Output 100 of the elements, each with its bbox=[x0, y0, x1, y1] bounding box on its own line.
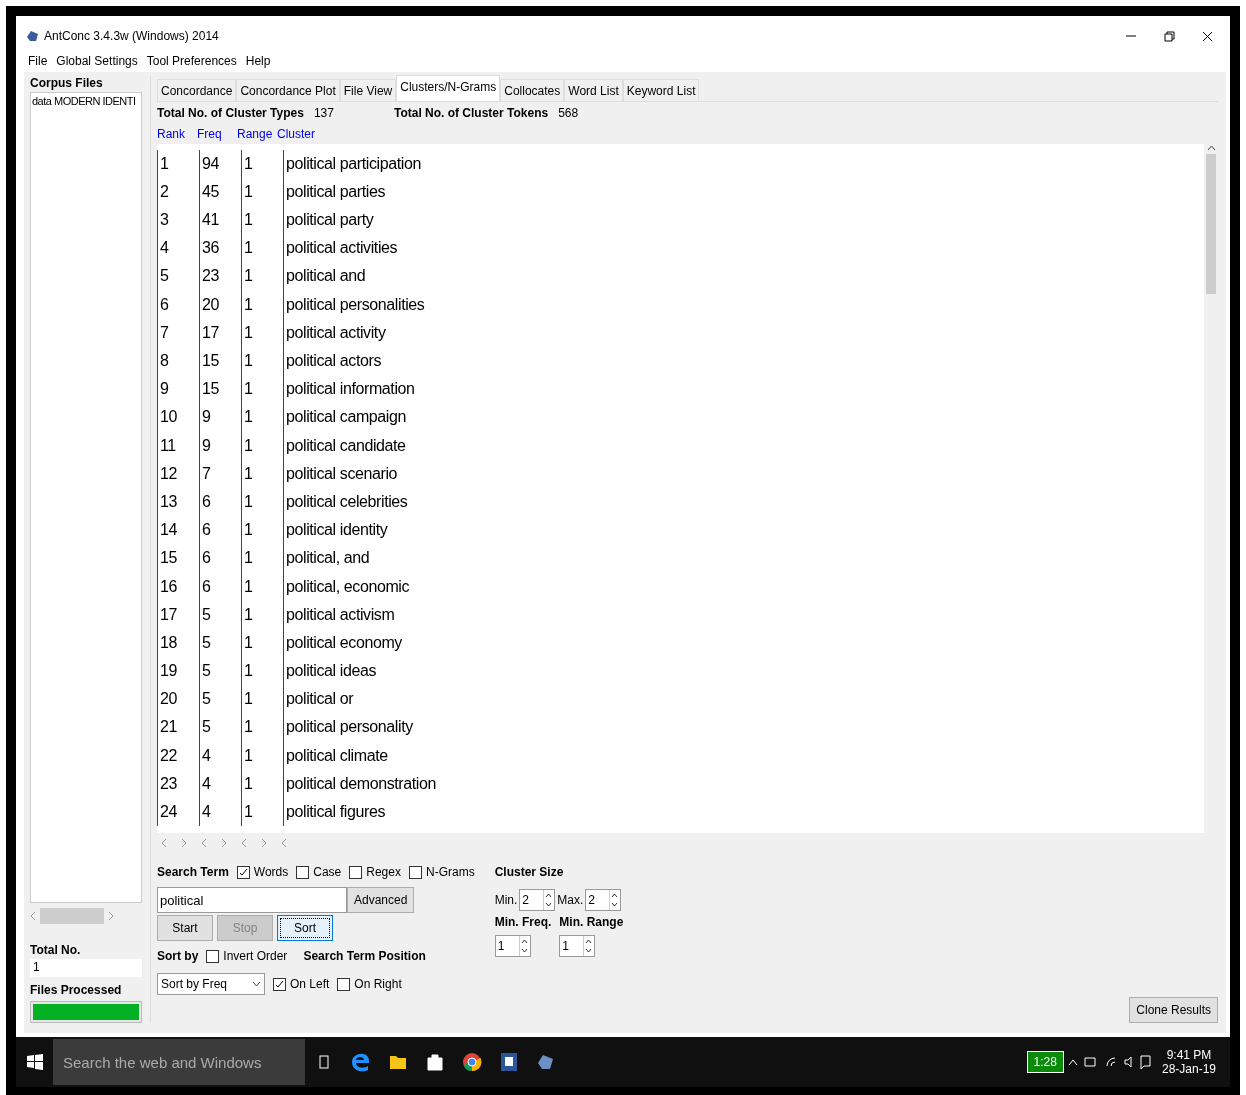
table-cell: 20 bbox=[199, 290, 239, 319]
column-header[interactable]: Cluster bbox=[277, 126, 1218, 141]
table-cell: 1 bbox=[241, 403, 281, 432]
table-cell: 18 bbox=[157, 628, 197, 658]
clone-results-button[interactable]: Clone Results bbox=[1129, 997, 1218, 1023]
column-header[interactable]: Rank bbox=[157, 126, 197, 141]
table-cell: 6 bbox=[199, 488, 239, 517]
search-term-label: Search Term bbox=[157, 865, 229, 879]
checkbox-label: On Right bbox=[354, 977, 402, 991]
corpus-file-entry[interactable]: data MODERN IDENTI bbox=[32, 95, 136, 107]
table-cell: 11 bbox=[157, 431, 197, 460]
table-cell: 1 bbox=[241, 572, 281, 601]
menu-item[interactable]: Help bbox=[245, 54, 271, 68]
total-value: 1 bbox=[30, 959, 142, 977]
menu-item[interactable]: Global Settings bbox=[56, 54, 138, 68]
table-cell: 1 bbox=[241, 375, 281, 404]
checkbox-label: N-Grams bbox=[425, 865, 475, 879]
table-cell: 4 bbox=[199, 769, 239, 799]
scroll-up-icon[interactable] bbox=[1206, 143, 1216, 152]
table-cell: 5 bbox=[199, 685, 239, 714]
table-cell: 6 bbox=[199, 516, 239, 545]
checkmark-icon bbox=[275, 979, 284, 989]
table-cell: 41 bbox=[199, 206, 239, 235]
table-cell: 5 bbox=[199, 628, 239, 658]
tab[interactable]: Concordance Plot bbox=[236, 79, 340, 101]
max-label: Max. bbox=[557, 893, 584, 907]
action-button[interactable]: Start bbox=[157, 915, 213, 941]
tab[interactable]: Collocates bbox=[500, 79, 565, 101]
battery-indicator[interactable]: 1:28 bbox=[1026, 1051, 1064, 1073]
table-cell: 1 bbox=[241, 206, 281, 235]
checkbox[interactable] bbox=[349, 865, 363, 879]
menu-item[interactable]: Tool Preferences bbox=[146, 54, 237, 68]
column-header[interactable]: Range bbox=[237, 126, 277, 141]
limit-label: Min. Freq. bbox=[494, 915, 552, 929]
table-cell: 9 bbox=[157, 375, 197, 404]
table-cell: 5 bbox=[199, 713, 239, 742]
table-cell: 8 bbox=[157, 347, 197, 376]
checkbox[interactable] bbox=[273, 977, 286, 991]
table-cell: 1 bbox=[241, 431, 281, 460]
tab[interactable]: Keyword List bbox=[622, 79, 700, 101]
table-cell: 20 bbox=[157, 685, 197, 714]
table-cell: 1 bbox=[241, 347, 281, 376]
table-cell: 1 bbox=[241, 657, 281, 686]
table-cell: 3 bbox=[157, 206, 197, 235]
sort-dropdown[interactable]: Sort by Freq bbox=[157, 973, 265, 995]
total-label: Total No. of Cluster Types bbox=[157, 105, 304, 120]
tab[interactable]: Clusters/N-Grams bbox=[396, 75, 501, 101]
caret-icon bbox=[252, 981, 261, 987]
cluster-size-label: Cluster Size bbox=[494, 865, 564, 879]
table-cell: 12 bbox=[157, 459, 197, 488]
table-cell: 14 bbox=[157, 516, 197, 545]
checkbox[interactable] bbox=[206, 949, 220, 963]
menu-item[interactable]: File bbox=[28, 54, 48, 68]
table-cell: 10 bbox=[157, 403, 197, 432]
total-label: Total No. bbox=[30, 943, 82, 957]
table-cell: 6 bbox=[157, 290, 197, 319]
advanced-button[interactable]: Advanced bbox=[347, 887, 415, 913]
table-cell: 17 bbox=[157, 600, 197, 629]
number-spinner[interactable]: 1 bbox=[494, 935, 531, 957]
checkbox[interactable] bbox=[236, 865, 250, 879]
total-value: 568 bbox=[558, 105, 579, 120]
checkbox-label: Case bbox=[313, 865, 342, 879]
clock-time[interactable]: 9:41 PM bbox=[1166, 1048, 1212, 1062]
table-cell: 5 bbox=[199, 657, 239, 686]
checkbox[interactable] bbox=[337, 977, 351, 991]
table-cell: 4 bbox=[199, 741, 239, 770]
checkbox[interactable] bbox=[408, 865, 422, 879]
table-cell: 1 bbox=[241, 769, 281, 799]
taskbar-search-field[interactable]: Search the web and Windows bbox=[53, 1039, 305, 1085]
table-cell: 94 bbox=[199, 149, 239, 178]
clock-date[interactable]: 28-Jan-19 bbox=[1161, 1062, 1216, 1076]
tab[interactable]: Concordance bbox=[157, 79, 237, 101]
table-cell: 1 bbox=[241, 234, 281, 263]
close-icon[interactable] bbox=[1201, 30, 1213, 42]
number-spinner[interactable]: 1 bbox=[559, 935, 596, 957]
action-button[interactable]: Sort bbox=[277, 915, 333, 941]
table-cell: 45 bbox=[199, 177, 239, 207]
files-processed-label: Files Processed bbox=[30, 983, 123, 997]
table-cell: 1 bbox=[241, 685, 281, 714]
table-cell: 15 bbox=[199, 375, 239, 404]
tab[interactable]: File View bbox=[339, 79, 397, 101]
table-cell: 13 bbox=[157, 488, 197, 517]
search-field[interactable]: political bbox=[157, 887, 347, 913]
table-cell: 19 bbox=[157, 657, 197, 686]
checkbox-label: On Left bbox=[290, 977, 330, 991]
checkbox-label: Regex bbox=[366, 865, 401, 879]
restore-icon[interactable] bbox=[1163, 30, 1175, 42]
table-cell: 24 bbox=[157, 798, 197, 827]
checkbox[interactable] bbox=[296, 865, 310, 879]
table-cell: 1 bbox=[241, 628, 281, 658]
table-cell: 1 bbox=[241, 713, 281, 742]
scroll-thumb[interactable] bbox=[1206, 153, 1216, 294]
table-cell: 7 bbox=[199, 459, 239, 488]
column-header[interactable]: Freq bbox=[197, 126, 237, 141]
number-spinner[interactable]: 2 bbox=[519, 889, 556, 911]
number-spinner[interactable]: 2 bbox=[585, 889, 622, 911]
tab[interactable]: Word List bbox=[564, 79, 623, 101]
table-cell: 15 bbox=[199, 347, 239, 376]
scroll-thumb[interactable] bbox=[40, 908, 104, 924]
table-cell: 2 bbox=[157, 177, 197, 207]
